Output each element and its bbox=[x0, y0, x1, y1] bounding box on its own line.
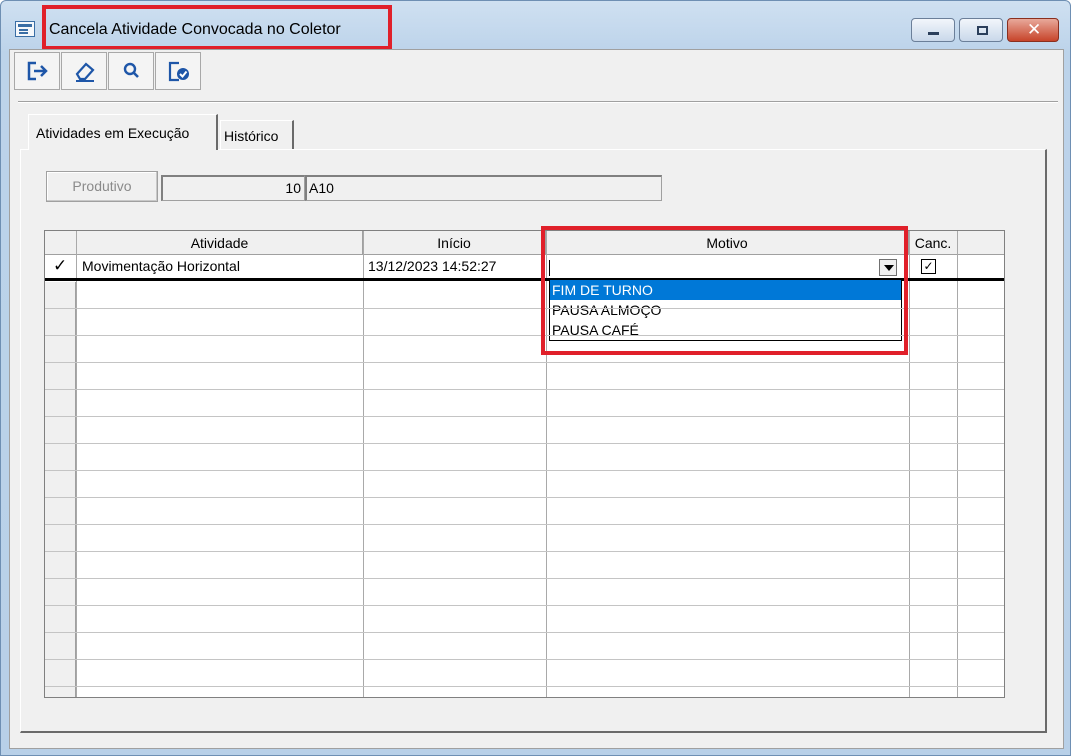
grid-row-line bbox=[45, 659, 1004, 660]
maximize-button[interactable] bbox=[959, 18, 1003, 42]
grid-row-line bbox=[45, 470, 1004, 471]
row-gutter-cell[interactable] bbox=[45, 498, 76, 524]
toolbar bbox=[14, 52, 202, 90]
tab-historico[interactable]: Histórico bbox=[220, 120, 294, 150]
tab-atividades-em-execucao[interactable]: Atividades em Execução bbox=[28, 114, 218, 150]
minimize-icon bbox=[928, 32, 939, 35]
grid-row-line bbox=[45, 632, 1004, 633]
title-bar[interactable]: Cancela Atividade Convocada no Coletor ✕ bbox=[1, 1, 1070, 50]
row-gutter-cell[interactable] bbox=[45, 417, 76, 443]
grid-col-line bbox=[76, 231, 77, 697]
row-gutter-cell[interactable] bbox=[45, 579, 76, 605]
header-canc[interactable]: Canc. bbox=[909, 231, 958, 255]
grid-row-line bbox=[45, 686, 1004, 687]
close-icon: ✕ bbox=[1027, 20, 1042, 40]
grid-col-line bbox=[909, 231, 910, 697]
row-indicator-check-icon: ✓ bbox=[53, 256, 68, 276]
header-atividade[interactable]: Atividade bbox=[77, 231, 363, 255]
row-gutter-cell[interactable] bbox=[45, 363, 76, 389]
header-indicator bbox=[45, 231, 77, 255]
eraser-icon bbox=[75, 62, 95, 82]
search-icon bbox=[123, 62, 139, 78]
exit-icon bbox=[27, 61, 48, 81]
row-gutter-cell[interactable] bbox=[45, 336, 76, 362]
row-gutter-cell[interactable] bbox=[45, 606, 76, 632]
grid-row-line bbox=[45, 551, 1004, 552]
window-app-icon[interactable] bbox=[15, 21, 35, 37]
grid-row-line bbox=[45, 578, 1004, 579]
close-button[interactable]: ✕ bbox=[1007, 18, 1059, 42]
maximize-icon bbox=[977, 26, 988, 35]
exit-button[interactable] bbox=[14, 52, 60, 90]
minimize-button[interactable] bbox=[911, 18, 955, 42]
grid-col-line bbox=[957, 231, 958, 697]
row-gutter-cell[interactable] bbox=[45, 633, 76, 659]
row-gutter-cell[interactable] bbox=[45, 552, 76, 578]
grid-col-line bbox=[363, 231, 364, 697]
grid-row-line bbox=[45, 362, 1004, 363]
row-gutter-cell[interactable] bbox=[45, 660, 76, 686]
clear-button[interactable] bbox=[61, 52, 107, 90]
grid-row-line bbox=[45, 605, 1004, 606]
row-gutter-cell[interactable] bbox=[45, 309, 76, 335]
motivo-annotation-box bbox=[541, 226, 908, 355]
grid-row-line bbox=[45, 524, 1004, 525]
grid-row-line bbox=[45, 389, 1004, 390]
cell-atividade[interactable]: Movimentação Horizontal bbox=[78, 255, 362, 278]
canc-checkbox[interactable]: ✓ bbox=[921, 259, 936, 274]
search-button[interactable] bbox=[108, 52, 154, 90]
row-gutter-cell[interactable] bbox=[45, 471, 76, 497]
row-gutter-cell[interactable] bbox=[45, 390, 76, 416]
grid-row-line bbox=[45, 497, 1004, 498]
toolbar-separator bbox=[18, 101, 1058, 103]
row-gutter-cell[interactable] bbox=[45, 525, 76, 551]
confirm-document-icon bbox=[168, 61, 189, 82]
description-field[interactable]: A10 bbox=[305, 175, 662, 201]
row-gutter-cell[interactable] bbox=[45, 444, 76, 470]
code-field[interactable]: 10 bbox=[161, 175, 305, 201]
row-gutter-cell[interactable] bbox=[45, 282, 76, 308]
header-inicio[interactable]: Início bbox=[363, 231, 546, 255]
grid-row-line bbox=[45, 443, 1004, 444]
produtivo-button[interactable]: Produtivo bbox=[46, 171, 158, 202]
row-gutter-cell[interactable] bbox=[45, 687, 76, 697]
confirm-button[interactable] bbox=[155, 52, 201, 90]
title-annotation-box bbox=[42, 5, 392, 50]
cell-inicio[interactable]: 13/12/2023 14:52:27 bbox=[364, 255, 545, 278]
grid-row-line bbox=[45, 416, 1004, 417]
